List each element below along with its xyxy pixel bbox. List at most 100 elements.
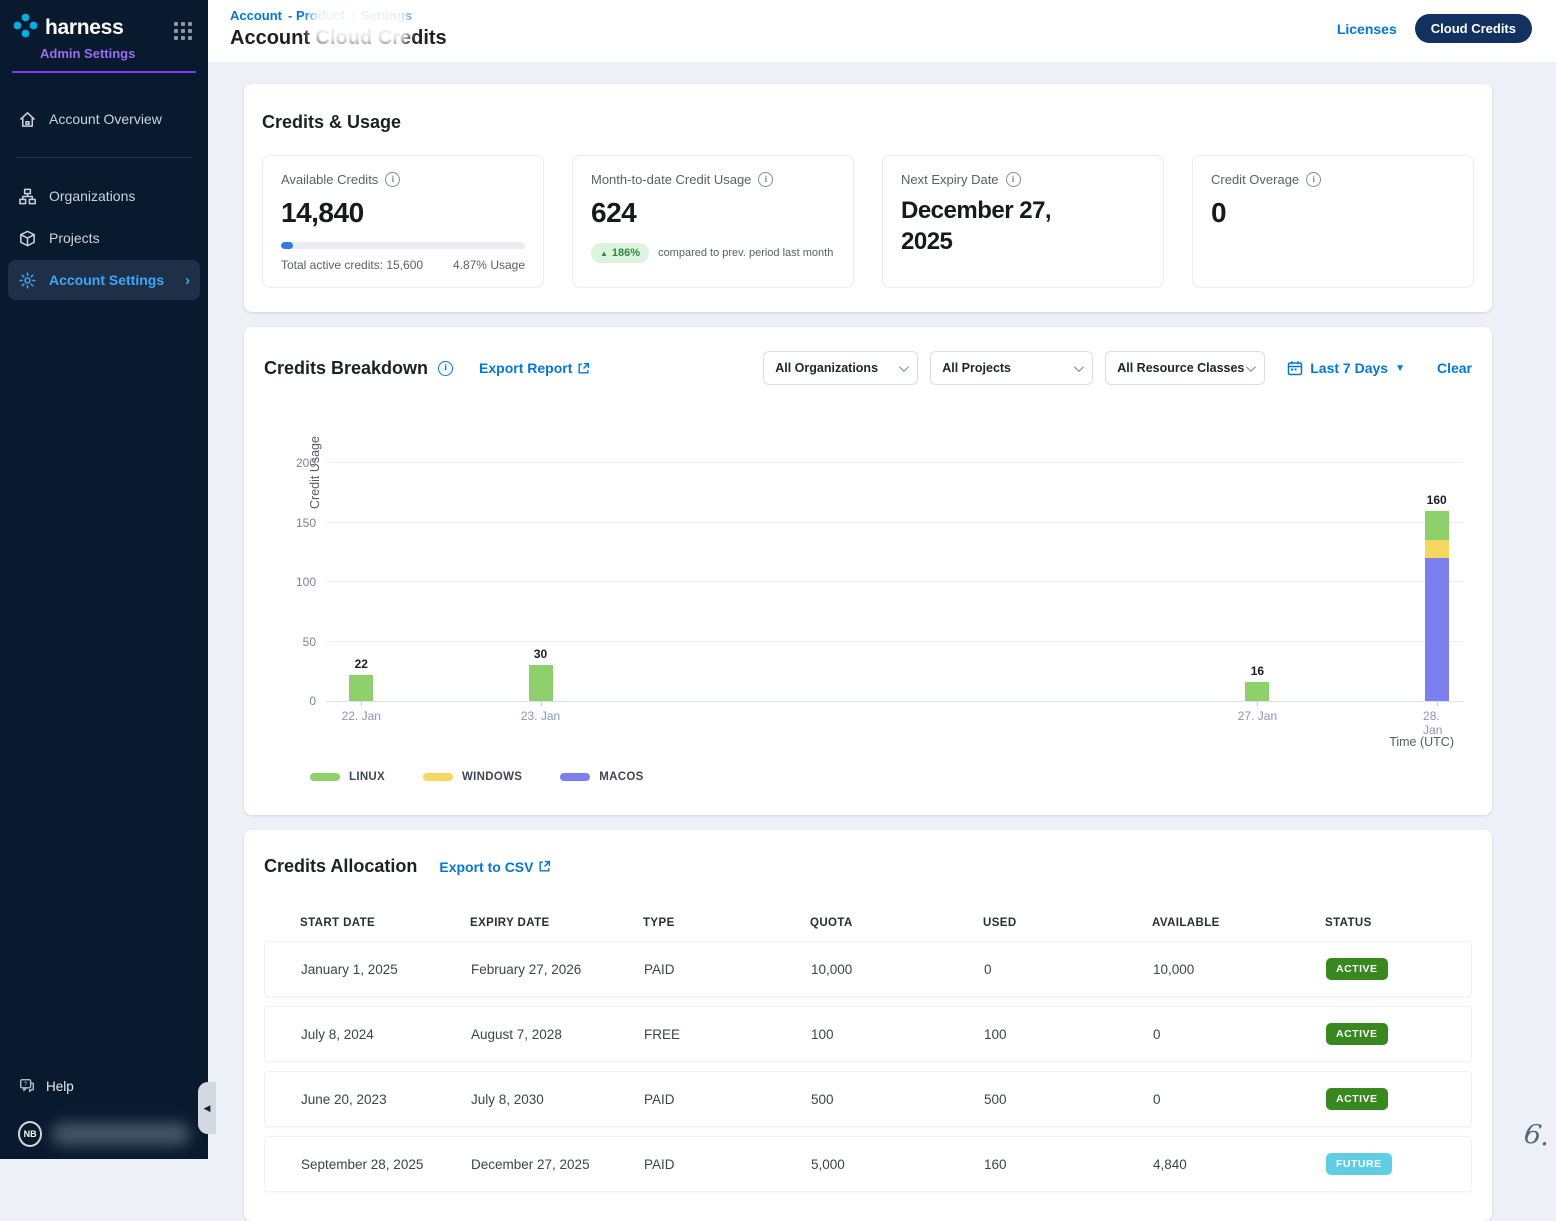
available-credits-card: Available Credits i 14,840 Total active … — [262, 155, 544, 288]
table-row[interactable]: June 20, 2023July 8, 2030PAID5005000ACTI… — [264, 1071, 1472, 1127]
breadcrumb-account[interactable]: Account — [230, 8, 282, 23]
cell-available: 0 — [1153, 1027, 1326, 1042]
table-header-row: START DATE EXPIRY DATE TYPE QUOTA USED A… — [264, 917, 1472, 941]
x-tick-mark — [1437, 701, 1438, 706]
credits-allocation-title: Credits Allocation — [264, 856, 417, 877]
stat-label: Available Credits — [281, 172, 378, 187]
cell-type: PAID — [644, 962, 811, 977]
export-csv-link[interactable]: Export to CSV — [439, 859, 551, 875]
sidebar-collapse-handle[interactable]: ◀ — [198, 1082, 216, 1134]
help-button[interactable]: ? Help — [0, 1077, 208, 1095]
allocation-table: START DATE EXPIRY DATE TYPE QUOTA USED A… — [264, 917, 1472, 1192]
legend-item-macos[interactable]: MACOS — [560, 771, 643, 783]
info-icon[interactable]: i — [758, 172, 773, 187]
next-expiry-value: December 27, 2025 — [901, 195, 1096, 257]
credits-breakdown-section: Credits Breakdown i Export Report All Or… — [244, 327, 1492, 815]
stat-label: Next Expiry Date — [901, 172, 999, 187]
table-row[interactable]: January 1, 2025February 27, 2026PAID10,0… — [264, 941, 1472, 997]
info-icon[interactable]: i — [438, 361, 453, 376]
available-credits-value: 14,840 — [281, 197, 525, 229]
module-grid-icon[interactable] — [174, 22, 192, 40]
total-active-credits: Total active credits: 15,600 — [281, 258, 423, 272]
mtd-usage-value: 624 — [591, 197, 835, 229]
credits-allocation-section: Credits Allocation Export to CSV START D… — [244, 830, 1492, 1221]
breadcrumb-settings[interactable]: Settings — [361, 8, 412, 23]
main-content: Account - Product › Settings Account Clo… — [208, 0, 1556, 1159]
y-tick-label: 100 — [296, 575, 316, 589]
credit-overage-card: Credit Overage i 0 — [1192, 155, 1474, 288]
user-avatar[interactable]: NB — [18, 1121, 42, 1147]
cell-used: 500 — [984, 1092, 1153, 1107]
projects-icon — [18, 229, 37, 248]
breadcrumb-separator: › — [351, 10, 355, 22]
col-start-date: START DATE — [300, 917, 470, 929]
home-icon — [18, 110, 37, 129]
cell-quota: 10,000 — [811, 962, 984, 977]
info-icon[interactable]: i — [1306, 172, 1321, 187]
table-row[interactable]: September 28, 2025December 27, 2025PAID5… — [264, 1136, 1472, 1192]
legend-swatch — [423, 773, 453, 781]
cell-available: 0 — [1153, 1092, 1326, 1107]
page-title: Account Cloud Credits — [230, 27, 447, 50]
bar-28-Jan[interactable]: 160 — [1425, 511, 1449, 701]
projects-select[interactable]: All Projects — [930, 351, 1093, 385]
delta-note: compared to prev. period last month — [658, 247, 833, 259]
x-tick-label: 27. Jan — [1238, 709, 1277, 723]
legend-swatch — [560, 773, 590, 781]
gridline — [326, 641, 1464, 642]
date-range-picker[interactable]: Last 7 Days ▼ — [1287, 360, 1405, 376]
clear-filters-button[interactable]: Clear — [1437, 360, 1472, 376]
table-row[interactable]: July 8, 2024August 7, 2028FREE1001000ACT… — [264, 1006, 1472, 1062]
y-tick-label: 50 — [303, 635, 316, 649]
bar-value-label: 160 — [1427, 493, 1447, 507]
info-icon[interactable]: i — [385, 172, 400, 187]
export-report-link[interactable]: Export Report — [479, 360, 590, 376]
bar-27-Jan[interactable]: 16 — [1245, 682, 1269, 701]
gear-icon — [18, 271, 37, 290]
sidebar-item-label: Projects — [49, 230, 100, 246]
delta-badge: ▲ 186% — [591, 243, 649, 263]
cell-start_date: January 1, 2025 — [301, 962, 471, 977]
sidebar-nav: Account Overview Organizations Projects … — [0, 99, 208, 300]
harness-logo-icon — [12, 12, 39, 44]
sidebar-item-label: Account Overview — [49, 111, 162, 127]
chart-legend: LINUX WINDOWS MACOS — [310, 771, 644, 783]
licenses-link[interactable]: Licenses — [1337, 21, 1397, 37]
brand-name: harness — [45, 16, 123, 40]
breadcrumb-product[interactable]: - Product — [288, 8, 345, 23]
cell-expiry_date: August 7, 2028 — [471, 1027, 644, 1042]
bar-segment-linux — [529, 665, 553, 701]
credits-usage-title: Credits & Usage — [262, 112, 1474, 133]
bar-value-label: 16 — [1251, 664, 1264, 678]
x-tick-mark — [1257, 701, 1258, 706]
sidebar-item-label: Organizations — [49, 188, 135, 204]
sidebar-item-organizations[interactable]: Organizations — [8, 176, 200, 216]
resource-classes-select[interactable]: All Resource Classes — [1105, 351, 1265, 385]
bar-segment-macos — [1425, 558, 1449, 701]
info-icon[interactable]: i — [1006, 172, 1021, 187]
dropdown-arrow-icon: ▼ — [1395, 363, 1405, 374]
stat-label: Credit Overage — [1211, 172, 1299, 187]
legend-item-windows[interactable]: WINDOWS — [423, 771, 522, 783]
cell-start_date: June 20, 2023 — [301, 1092, 471, 1107]
gridline — [326, 522, 1464, 523]
status-badge: ACTIVE — [1326, 958, 1388, 980]
cell-type: PAID — [644, 1092, 811, 1107]
legend-item-linux[interactable]: LINUX — [310, 771, 385, 783]
bar-22-Jan[interactable]: 22 — [349, 675, 373, 701]
col-type: TYPE — [643, 917, 810, 929]
cloud-credits-button[interactable]: Cloud Credits — [1415, 14, 1532, 43]
x-tick-mark — [541, 701, 542, 706]
cell-used: 0 — [984, 962, 1153, 977]
cell-available: 10,000 — [1153, 962, 1326, 977]
organizations-select[interactable]: All Organizations — [763, 351, 918, 385]
legend-label: LINUX — [349, 771, 385, 783]
chevron-right-icon: › — [185, 272, 190, 289]
sidebar-item-account-overview[interactable]: Account Overview — [8, 99, 200, 139]
sidebar-item-account-settings[interactable]: Account Settings › — [8, 260, 200, 300]
bar-23-Jan[interactable]: 30 — [529, 665, 553, 701]
sidebar-item-projects[interactable]: Projects — [8, 218, 200, 258]
cell-type: FREE — [644, 1027, 811, 1042]
external-link-icon — [577, 362, 590, 375]
bar-segment-windows — [1425, 540, 1449, 558]
